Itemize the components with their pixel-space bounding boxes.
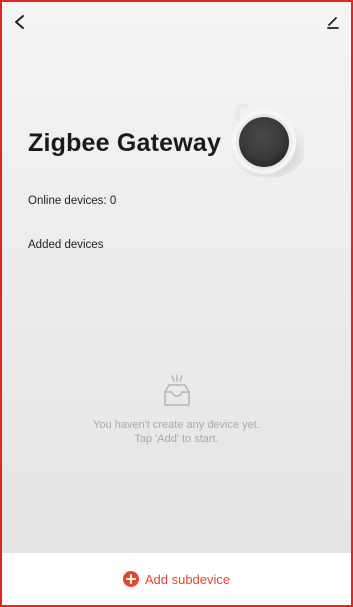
pencil-icon xyxy=(327,17,339,29)
empty-state-message: You haven't create any device yet. Tap '… xyxy=(93,418,260,446)
add-subdevice-button[interactable]: Add subdevice xyxy=(122,571,231,587)
page-title: Zigbee Gateway xyxy=(28,129,222,157)
add-subdevice-label: Add subdevice xyxy=(144,571,231,587)
chevron-left-icon xyxy=(15,15,24,29)
edit-button[interactable] xyxy=(321,10,345,34)
coffee-cup-illustration xyxy=(230,103,304,178)
empty-state: You haven't create any device yet. Tap '… xyxy=(2,372,351,446)
app-screen: Zigbee Gateway Online devices: 0 Added d… xyxy=(0,0,353,607)
plus-circle-icon xyxy=(122,571,139,587)
added-devices-heading: Added devices xyxy=(28,239,104,251)
empty-tray-icon xyxy=(163,374,190,406)
empty-state-line-2: Tap 'Add' to start. xyxy=(134,433,219,445)
bottom-bar: Add subdevice xyxy=(2,553,351,605)
empty-state-line-1: You haven't create any device yet. xyxy=(93,419,260,431)
online-devices-count: Online devices: 0 xyxy=(28,195,117,207)
top-bar xyxy=(2,2,351,42)
back-button[interactable] xyxy=(8,10,32,34)
